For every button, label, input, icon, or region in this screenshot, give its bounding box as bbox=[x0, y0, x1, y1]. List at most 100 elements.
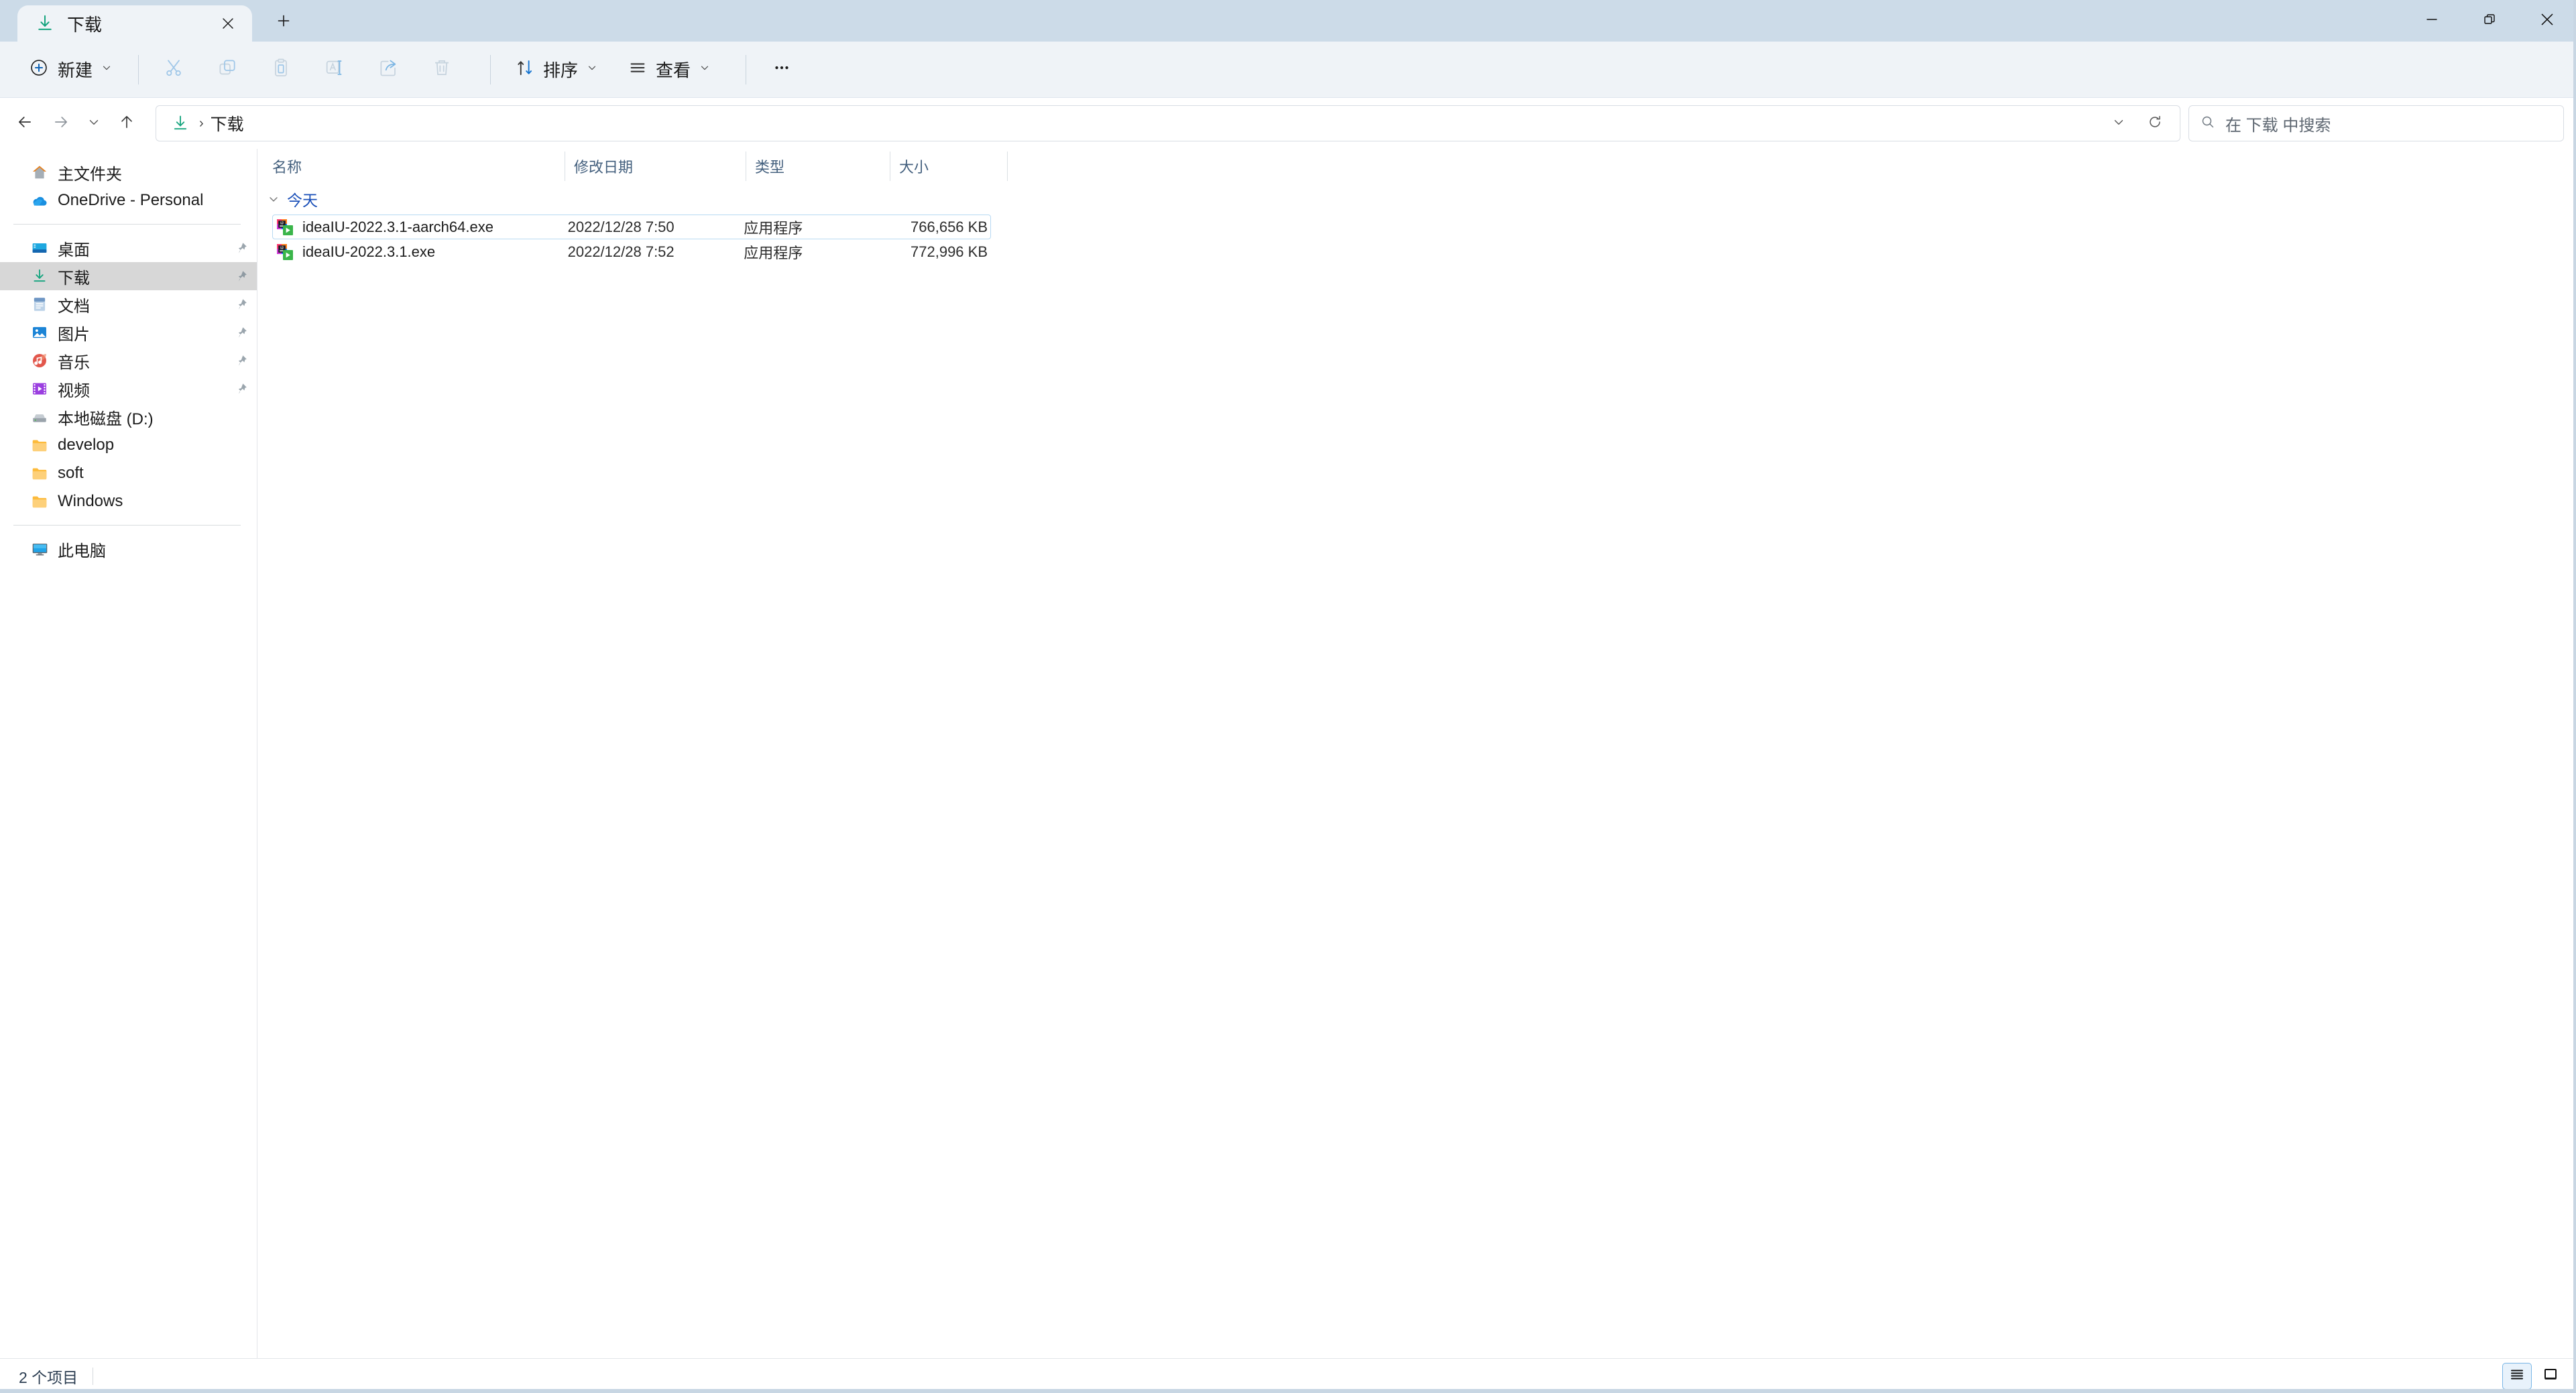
column-header-label: 大小 bbox=[899, 159, 929, 176]
sidebar-item-desktop[interactable]: 桌面 bbox=[0, 234, 257, 262]
close-window-button[interactable] bbox=[2518, 0, 2576, 42]
search-input[interactable]: 在 下载 中搜索 bbox=[2225, 112, 2331, 135]
breadcrumb-actions bbox=[2101, 106, 2173, 141]
sidebar-item-videos[interactable]: 视频 bbox=[0, 375, 257, 403]
sidebar-item-downloads[interactable]: 下载 bbox=[0, 262, 257, 290]
sidebar-item-windows[interactable]: Windows bbox=[0, 487, 257, 516]
trash-icon bbox=[431, 57, 453, 82]
column-headers: 名称 修改日期 类型 大小 bbox=[257, 149, 2576, 184]
search-icon bbox=[2200, 114, 2216, 133]
large-icons-view-button[interactable] bbox=[2536, 1363, 2565, 1390]
file-date-cell: 2022/12/28 7:50 bbox=[567, 218, 675, 235]
share-button[interactable] bbox=[368, 50, 408, 89]
content-area: 主文件夹 OneDrive - Personal 桌面 下载 文档 图片 音乐 … bbox=[0, 149, 2576, 1358]
refresh-button[interactable] bbox=[2137, 106, 2173, 141]
sidebar-item-label: 文档 bbox=[58, 297, 90, 316]
toolbar-divider bbox=[138, 54, 139, 84]
file-type-cell: 应用程序 bbox=[744, 244, 803, 261]
breadcrumb-separator: › bbox=[199, 115, 204, 131]
column-header-size[interactable]: 大小 bbox=[890, 152, 1007, 181]
download-icon bbox=[168, 111, 192, 135]
file-name-text: ideaIU-2022.3.1-aarch64.exe bbox=[302, 218, 493, 235]
details-list-icon bbox=[2509, 1366, 2525, 1386]
pin-icon[interactable] bbox=[231, 238, 251, 258]
pin-icon[interactable] bbox=[231, 322, 251, 343]
cut-button[interactable] bbox=[154, 50, 194, 89]
rename-button[interactable] bbox=[314, 50, 355, 89]
restore-icon bbox=[2481, 11, 2498, 31]
column-header-date-modified[interactable]: 修改日期 bbox=[565, 152, 746, 181]
sidebar-item-develop[interactable]: develop bbox=[0, 431, 257, 459]
column-header-name[interactable]: 名称 bbox=[263, 154, 565, 178]
onedrive-cloud-icon bbox=[30, 190, 50, 210]
sidebar-item-home[interactable]: 主文件夹 bbox=[0, 158, 257, 186]
sidebar-item-label: 此电脑 bbox=[58, 542, 106, 560]
close-icon[interactable] bbox=[213, 9, 243, 38]
pin-icon[interactable] bbox=[231, 294, 251, 314]
sidebar-item-label: develop bbox=[58, 436, 115, 454]
file-list-pane: 名称 修改日期 类型 大小 今天 IJ ideaIU-2022.3.1-aarc… bbox=[257, 149, 2576, 1358]
minimize-button[interactable] bbox=[2403, 0, 2461, 42]
column-header-type[interactable]: 类型 bbox=[746, 152, 890, 181]
pin-icon[interactable] bbox=[231, 351, 251, 371]
sidebar-item-label: 视频 bbox=[58, 381, 90, 400]
recent-locations-button[interactable] bbox=[79, 105, 109, 141]
sort-button[interactable]: 排序 bbox=[506, 50, 607, 89]
table-row[interactable]: IJ ideaIU-2022.3.1-aarch64.exe 2022/12/2… bbox=[272, 215, 991, 239]
pin-icon[interactable] bbox=[231, 266, 251, 286]
sidebar-item-this-pc[interactable]: 此电脑 bbox=[0, 535, 257, 563]
file-name-cell[interactable]: IJ ideaIU-2022.3.1-aarch64.exe bbox=[273, 218, 560, 237]
address-dropdown-button[interactable] bbox=[2101, 106, 2137, 141]
rename-icon bbox=[324, 57, 345, 82]
music-icon bbox=[30, 351, 50, 371]
share-icon bbox=[377, 57, 399, 82]
video-icon bbox=[30, 379, 50, 399]
view-button[interactable]: 查看 bbox=[618, 50, 720, 89]
paste-button[interactable] bbox=[261, 50, 301, 89]
tab-downloads[interactable]: 下载 bbox=[17, 5, 252, 42]
chevron-down-icon bbox=[101, 62, 113, 77]
search-box[interactable]: 在 下载 中搜索 bbox=[2188, 105, 2564, 141]
address-bar: › 下载 在 下载 中搜索 bbox=[0, 98, 2576, 149]
see-more-button[interactable] bbox=[761, 50, 803, 89]
sidebar-item-documents[interactable]: 文档 bbox=[0, 290, 257, 318]
group-header-today[interactable]: 今天 bbox=[257, 184, 2576, 215]
breadcrumb-current[interactable]: 下载 bbox=[211, 111, 244, 135]
sidebar-item-local-disk-d[interactable]: 本地磁盘 (D:) bbox=[0, 403, 257, 431]
close-icon bbox=[2538, 11, 2556, 32]
sidebar-item-music[interactable]: 音乐 bbox=[0, 347, 257, 375]
intellij-installer-icon: IJ bbox=[276, 243, 294, 261]
table-row[interactable]: IJ ideaIU-2022.3.1.exe 2022/12/28 7:52 应… bbox=[272, 239, 991, 264]
column-header-spacer bbox=[1007, 152, 1047, 181]
up-button[interactable] bbox=[109, 105, 145, 141]
svg-text:IJ: IJ bbox=[280, 221, 284, 225]
file-date-cell: 2022/12/28 7:52 bbox=[567, 243, 675, 260]
chevron-down-icon bbox=[2111, 115, 2126, 133]
sidebar-item-label: soft bbox=[58, 464, 84, 482]
chevron-down-icon[interactable] bbox=[264, 192, 283, 206]
sidebar-item-soft[interactable]: soft bbox=[0, 459, 257, 487]
command-bar: 新建 排序 查看 bbox=[0, 42, 2576, 98]
item-count-label: 2 个项目 bbox=[19, 1368, 78, 1386]
breadcrumb-bar[interactable]: › 下载 bbox=[156, 105, 2180, 141]
new-button[interactable]: 新建 bbox=[17, 50, 123, 89]
back-button[interactable] bbox=[7, 105, 43, 141]
sidebar-item-pictures[interactable]: 图片 bbox=[0, 318, 257, 347]
copy-button[interactable] bbox=[207, 50, 247, 89]
file-type-cell: 应用程序 bbox=[744, 219, 803, 237]
forward-button[interactable] bbox=[43, 105, 79, 141]
sidebar-item-label: 本地磁盘 (D:) bbox=[58, 410, 154, 428]
maximize-button[interactable] bbox=[2461, 0, 2518, 42]
delete-button[interactable] bbox=[422, 50, 462, 89]
group-header-label: 今天 bbox=[287, 192, 318, 209]
sidebar-item-label: 下载 bbox=[58, 269, 90, 288]
sidebar-item-onedrive[interactable]: OneDrive - Personal bbox=[0, 186, 257, 215]
svg-text:IJ: IJ bbox=[280, 246, 284, 250]
pin-icon[interactable] bbox=[231, 379, 251, 399]
file-name-text: ideaIU-2022.3.1.exe bbox=[302, 243, 436, 260]
tab-strip: 下载 bbox=[0, 0, 304, 42]
file-name-cell[interactable]: IJ ideaIU-2022.3.1.exe bbox=[273, 243, 560, 261]
details-view-button[interactable] bbox=[2502, 1362, 2532, 1390]
new-tab-button[interactable] bbox=[263, 4, 304, 40]
download-icon bbox=[30, 266, 50, 286]
